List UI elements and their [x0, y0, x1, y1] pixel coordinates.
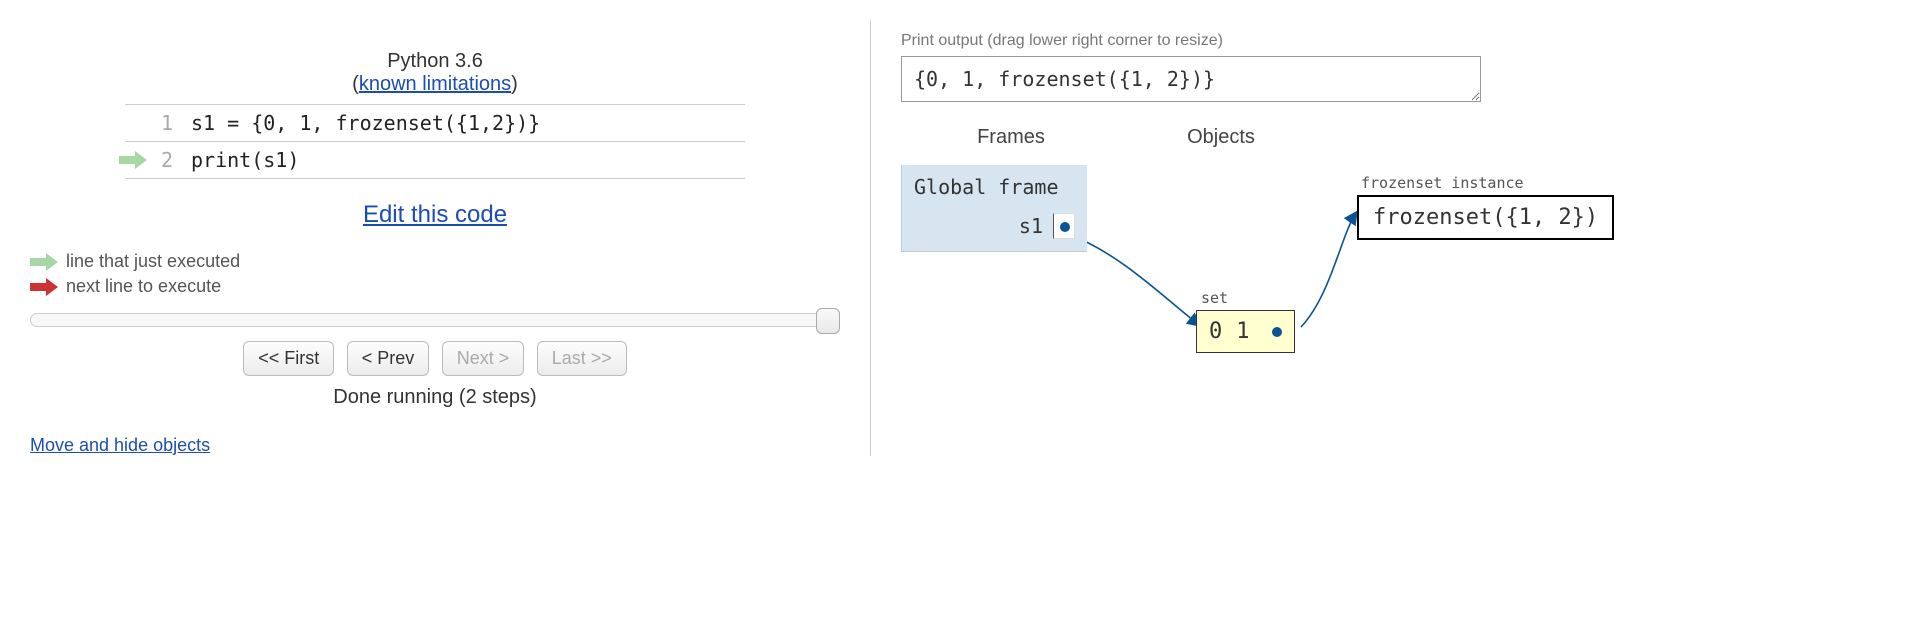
edit-code-link[interactable]: Edit this code — [363, 201, 507, 228]
step-slider[interactable] — [30, 313, 840, 327]
frozenset-object[interactable]: frozenset({1, 2}) — [1357, 195, 1614, 240]
legend-just-executed: line that just executed — [30, 251, 840, 272]
set-item: 0 — [1209, 319, 1222, 344]
line-number: 1 — [125, 105, 185, 142]
code-text: print(s1) — [185, 142, 745, 179]
pointer-dot-icon — [1060, 222, 1070, 232]
output-box[interactable]: {0, 1, frozenset({1, 2})} — [901, 56, 1481, 102]
var-name: s1 — [1019, 214, 1043, 238]
frame-variable: s1 — [914, 213, 1075, 239]
code-block: 1 s1 = {0, 1, frozenset({1,2})} 2 print(… — [125, 104, 745, 179]
set-type-label: set — [1201, 289, 1228, 307]
legend-next-execute-label: next line to execute — [66, 276, 221, 297]
first-button[interactable]: << First — [243, 341, 334, 376]
python-version: Python 3.6 — [30, 50, 840, 73]
move-hide-link[interactable]: Move and hide objects — [30, 435, 210, 455]
global-frame[interactable]: Global frame s1 — [901, 165, 1087, 252]
legend-next-execute: next line to execute — [30, 276, 840, 297]
prev-button[interactable]: < Prev — [347, 341, 430, 376]
set-item: 1 — [1236, 319, 1249, 344]
arrow-right-icon — [30, 278, 58, 296]
objects-header: Objects — [1121, 126, 1321, 149]
just-executed-arrow-icon — [119, 151, 147, 169]
known-limitations-link[interactable]: known limitations — [359, 73, 511, 95]
code-text: s1 = {0, 1, frozenset({1,2})} — [185, 105, 745, 142]
legend-just-executed-label: line that just executed — [66, 251, 240, 272]
frame-title: Global frame — [914, 175, 1075, 199]
last-button[interactable]: Last >> — [537, 341, 627, 376]
arrow-right-icon — [30, 253, 58, 271]
pointer-box — [1053, 213, 1075, 239]
frozenset-type-label: frozenset instance — [1361, 174, 1524, 192]
status-text: Done running (2 steps) — [30, 386, 840, 409]
next-button[interactable]: Next > — [442, 341, 525, 376]
output-label: Print output (drag lower right corner to… — [901, 32, 1888, 50]
pointer-dot-icon — [1272, 327, 1282, 337]
known-limitations: (known limitations) — [30, 73, 840, 96]
frames-header: Frames — [901, 126, 1121, 149]
set-object[interactable]: 0 1 — [1196, 310, 1295, 353]
slider-thumb[interactable] — [816, 308, 840, 334]
line-number: 2 — [125, 142, 185, 179]
code-line: 1 s1 = {0, 1, frozenset({1,2})} — [125, 105, 745, 142]
code-line: 2 print(s1) — [125, 142, 745, 179]
